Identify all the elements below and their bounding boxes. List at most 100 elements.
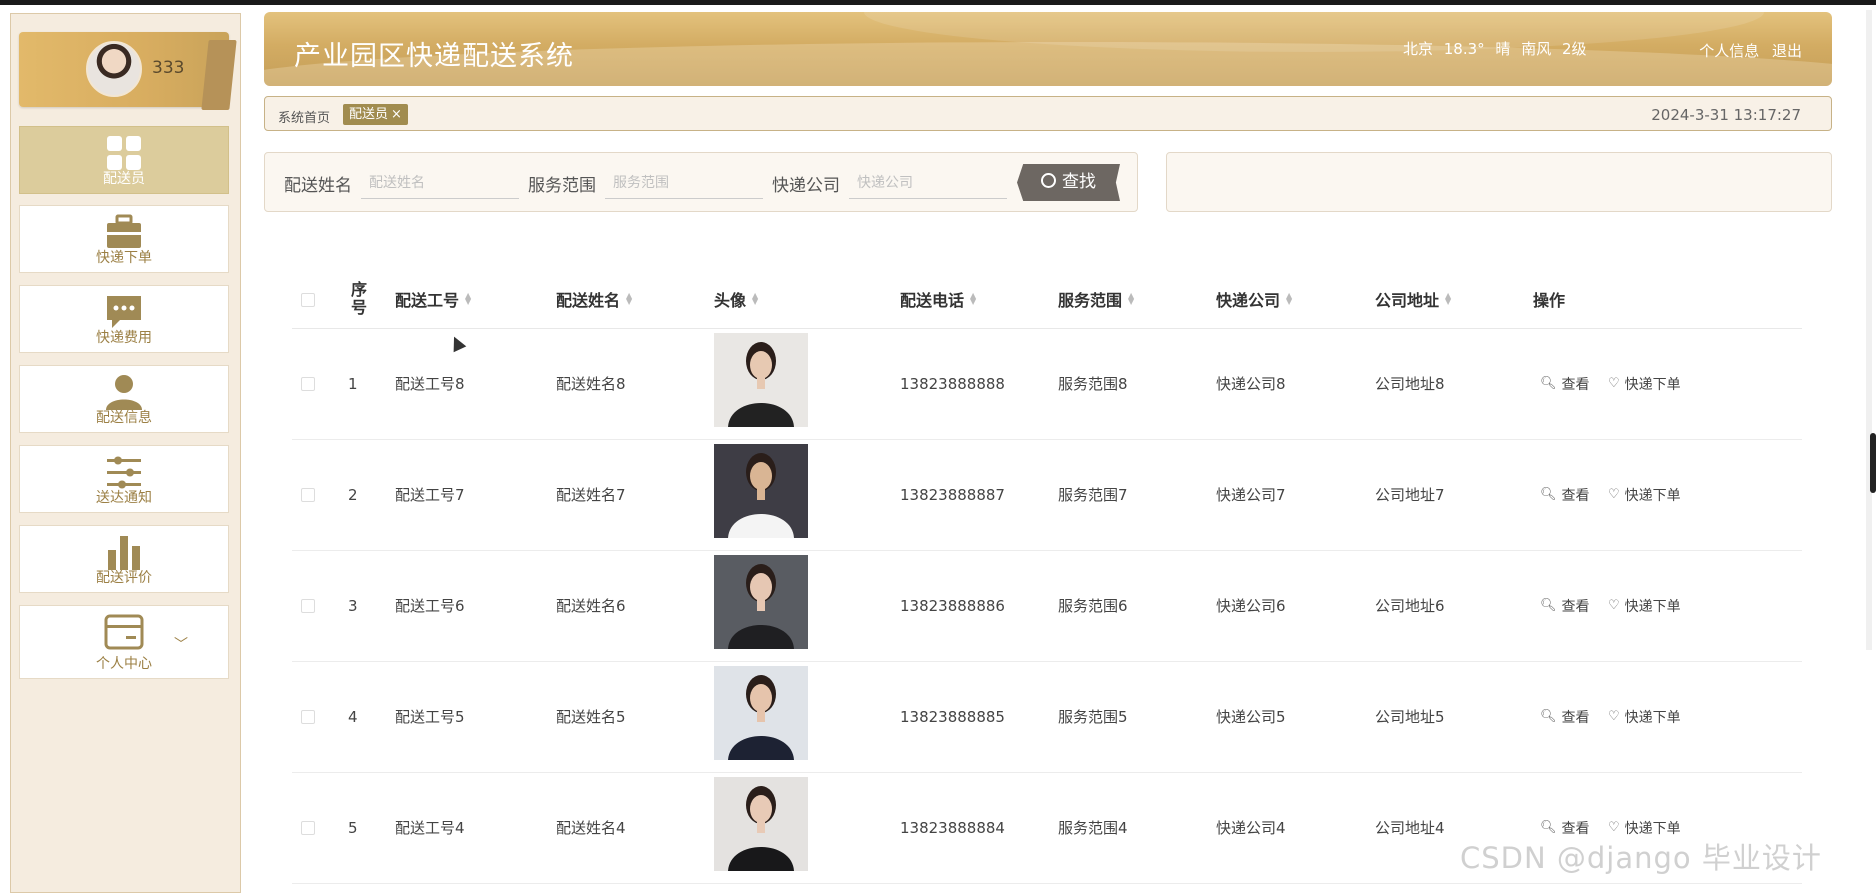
column-header-actions: 操作 <box>1533 291 1566 310</box>
logout-link[interactable]: 退出 <box>1772 42 1802 60</box>
chevron-down-icon[interactable]: ﹀ <box>174 634 188 654</box>
courier-photo[interactable] <box>714 666 808 760</box>
search-icon: 🔍︎ <box>1540 820 1557 835</box>
view-button[interactable]: 🔍︎ 查看 <box>1540 439 1590 550</box>
sort-icon[interactable]: ▲ ▼ <box>1286 292 1294 306</box>
cell-index: 3 <box>348 596 358 615</box>
cell-address: 公司地址8 <box>1375 375 1445 393</box>
sort-icon[interactable]: ▲ ▼ <box>465 292 473 306</box>
column-header-company[interactable]: 快递公司 ▲ ▼ <box>1216 270 1294 328</box>
courier-photo[interactable] <box>714 777 808 871</box>
view-button[interactable]: 🔍︎ 查看 <box>1540 328 1590 439</box>
sort-icon[interactable]: ▲ ▼ <box>1128 292 1136 306</box>
column-header-name[interactable]: 配送姓名 ▲ ▼ <box>556 270 634 328</box>
view-button-label: 查看 <box>1561 376 1590 393</box>
breadcrumb: 系统首页 配送员 × 2024-3-31 13:17:27 <box>264 96 1832 131</box>
heart-icon: ♡ <box>1608 376 1620 391</box>
sidebar-item-delivery-notice[interactable]: 送达通知 <box>19 445 229 513</box>
scrollbar-thumb[interactable] <box>1870 433 1876 493</box>
cell-name: 配送姓名5 <box>556 708 626 726</box>
column-header-address[interactable]: 公司地址 ▲ ▼ <box>1375 270 1453 328</box>
breadcrumb-home[interactable]: 系统首页 <box>278 107 330 126</box>
cell-phone: 13823888885 <box>900 707 1005 726</box>
cell-worker-id: 配送工号7 <box>395 486 465 504</box>
cell-address: 公司地址5 <box>1375 708 1445 726</box>
row-checkbox[interactable] <box>301 821 315 835</box>
name-search-input[interactable] <box>361 167 519 199</box>
cell-company: 快递公司7 <box>1216 486 1286 504</box>
column-header-label: 服务范围 <box>1058 291 1123 310</box>
tab-couriers[interactable]: 配送员 × <box>343 104 408 125</box>
place-order-label: 快递下单 <box>1624 709 1681 726</box>
window-top-edge <box>0 0 1876 5</box>
profile-link[interactable]: 个人信息 <box>1699 42 1759 60</box>
scrollbar-track[interactable] <box>1866 10 1872 650</box>
sidebar-item-delivery-review[interactable]: 配送评价 <box>19 525 229 593</box>
company-search-input[interactable] <box>849 167 1007 199</box>
cell-index: 5 <box>348 818 358 837</box>
sort-icon[interactable]: ▲ ▼ <box>626 292 634 306</box>
app-title: 产业园区快递配送系统 <box>294 41 574 72</box>
action-panel <box>1166 152 1832 212</box>
column-header-phone[interactable]: 配送电话 ▲ ▼ <box>900 270 978 328</box>
current-datetime: 2024-3-31 13:17:27 <box>1651 106 1801 124</box>
sort-icon[interactable]: ▲ ▼ <box>970 292 978 306</box>
column-header-worker-id[interactable]: 配送工号 ▲ ▼ <box>395 270 473 328</box>
courier-photo[interactable] <box>714 333 808 427</box>
sidebar-item-couriers[interactable]: 配送员 <box>19 126 229 194</box>
cell-address: 公司地址4 <box>1375 819 1445 837</box>
table-row: 2 配送工号7 配送姓名7 13823888887 服务范围7 快递公司7 公司地址7 🔍︎ 查… <box>292 439 1802 551</box>
sort-icon[interactable]: ▲ ▼ <box>752 292 760 306</box>
cell-company: 快递公司4 <box>1216 819 1286 837</box>
row-checkbox[interactable] <box>301 377 315 391</box>
sidebar-item-label: 送达通知 <box>96 490 152 506</box>
sidebar-item-label: 配送信息 <box>96 410 152 426</box>
place-order-button[interactable]: ♡ 快递下单 <box>1608 328 1681 439</box>
sidebar-item-delivery-info[interactable]: 配送信息 <box>19 365 229 433</box>
cell-scope: 服务范围8 <box>1058 375 1128 393</box>
grid-icon <box>107 136 141 170</box>
place-order-button[interactable]: ♡ 快递下单 <box>1608 661 1681 772</box>
search-icon: 🔍︎ <box>1540 376 1557 391</box>
place-order-button[interactable]: ♡ 快递下单 <box>1608 550 1681 661</box>
user-card[interactable]: 333 <box>19 32 237 110</box>
cell-worker-id: 配送工号6 <box>395 597 465 615</box>
view-button[interactable]: 🔍︎ 查看 <box>1540 661 1590 772</box>
cell-scope: 服务范围6 <box>1058 597 1128 615</box>
avatar[interactable] <box>86 41 142 97</box>
column-header-label: 头像 <box>714 291 747 310</box>
sidebar-item-place-order[interactable]: 快递下单 <box>19 205 229 273</box>
cell-name: 配送姓名7 <box>556 486 626 504</box>
row-checkbox[interactable] <box>301 710 315 724</box>
heart-icon: ♡ <box>1608 709 1620 724</box>
cell-address: 公司地址6 <box>1375 597 1445 615</box>
courier-photo[interactable] <box>714 444 808 538</box>
courier-photo[interactable] <box>714 555 808 649</box>
cell-name: 配送姓名4 <box>556 819 626 837</box>
place-order-button[interactable]: ♡ 快递下单 <box>1608 439 1681 550</box>
close-icon[interactable]: × <box>391 107 402 122</box>
heart-icon: ♡ <box>1608 820 1620 835</box>
chat-icon <box>107 296 141 328</box>
select-all-checkbox[interactable] <box>301 293 315 307</box>
view-button[interactable]: 🔍︎ 查看 <box>1540 550 1590 661</box>
column-header-index: 序号 <box>350 280 367 317</box>
cell-scope: 服务范围7 <box>1058 486 1128 504</box>
row-checkbox[interactable] <box>301 599 315 613</box>
cell-name: 配送姓名8 <box>556 375 626 393</box>
sidebar-item-delivery-fees[interactable]: 快递费用 <box>19 285 229 353</box>
row-checkbox[interactable] <box>301 488 315 502</box>
search-panel: 配送姓名 服务范围 快递公司 查找 <box>264 152 1138 212</box>
sort-icon[interactable]: ▲ ▼ <box>1445 292 1453 306</box>
scope-search-input[interactable] <box>605 167 763 199</box>
weather-info: 北京 18.3° 晴 南风 2级 <box>1403 40 1587 58</box>
column-header-avatar[interactable]: 头像 ▲ ▼ <box>714 270 760 328</box>
cell-index: 2 <box>348 485 358 504</box>
view-button-label: 查看 <box>1561 598 1590 615</box>
column-header-label: 公司地址 <box>1375 291 1440 310</box>
place-order-label: 快递下单 <box>1624 376 1681 393</box>
column-header-scope[interactable]: 服务范围 ▲ ▼ <box>1058 270 1136 328</box>
search-button[interactable]: 查找 <box>1017 164 1120 201</box>
cell-phone: 13823888886 <box>900 596 1005 615</box>
sidebar-item-personal-center[interactable]: ﹀ 个人中心 <box>19 605 229 679</box>
